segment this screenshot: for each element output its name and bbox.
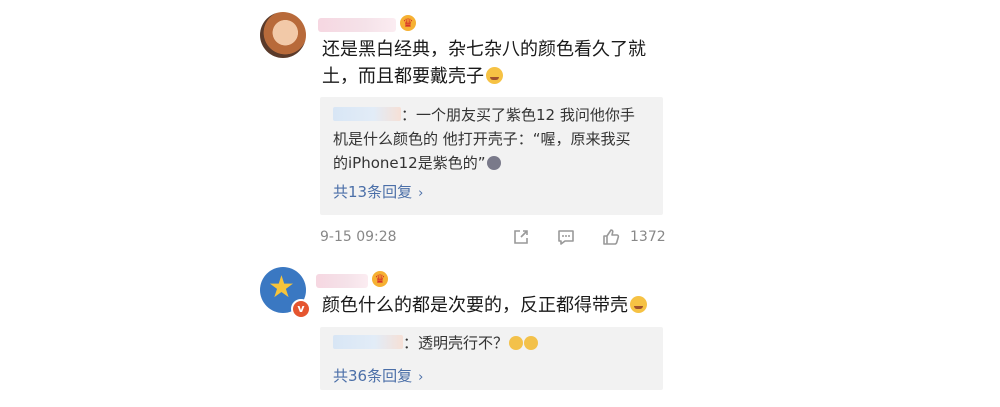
grinning-cat-emoji-icon [509, 336, 524, 350]
reply-username-blurred[interactable] [333, 335, 403, 349]
reply-username-blurred[interactable] [333, 107, 401, 121]
thumbs-up-icon[interactable] [601, 227, 621, 247]
verified-badge-icon: v [291, 299, 311, 319]
reply-line: ：一个朋友买了紫色12 我问他你手 [333, 103, 653, 127]
reply-preview-box[interactable]: ：一个朋友买了紫色12 我问他你手 机是什么颜色的 他打开壳子：“喔，原来我买 … [320, 97, 663, 215]
username-blurred[interactable] [316, 274, 368, 288]
reply-line: 机是什么颜色的 他打开壳子：“喔，原来我买 [333, 130, 631, 148]
like-count: 1372 [630, 229, 666, 245]
more-replies-label: 共36条回复 [333, 367, 413, 385]
comment-meta-bar: 9-15 09:28 1372 [320, 226, 666, 248]
username-blurred[interactable] [318, 18, 396, 32]
avatar[interactable] [260, 12, 306, 58]
crown-badge-icon: ♛ [400, 15, 416, 31]
timestamp: 9-15 09:28 [320, 229, 397, 245]
comment-text: 还是黑白经典，杂七杂八的颜色看久了就 土，而且都要戴壳子 [322, 36, 667, 90]
more-replies-label: 共13条回复 [333, 183, 413, 201]
grinning-cat-emoji-icon [630, 296, 647, 313]
comment-text-line: 还是黑白经典，杂七杂八的颜色看久了就 [322, 39, 646, 60]
share-icon[interactable] [511, 227, 531, 247]
laughing-tears-emoji-icon [486, 67, 503, 84]
chevron-right-icon: › [418, 370, 424, 385]
more-replies-link[interactable]: 共36条回复 › [333, 366, 423, 388]
comment-icon[interactable] [556, 227, 576, 247]
reply-text: ：透明壳行不？ [333, 331, 653, 355]
comment-text: 颜色什么的都是次要的，反正都得带壳 [322, 292, 667, 319]
reply-line: ：透明壳行不？ [333, 331, 653, 355]
reply-text: ：一个朋友买了紫色12 我问他你手 机是什么颜色的 他打开壳子：“喔，原来我买 … [333, 103, 653, 175]
sweat-face-emoji-icon [486, 156, 501, 170]
chevron-right-icon: › [418, 186, 424, 201]
comment-text-line: 土，而且都要戴壳子 [322, 63, 667, 90]
reply-preview-box[interactable]: ：透明壳行不？ 共36条回复 › [320, 327, 663, 390]
star-avatar-icon: ★ [268, 270, 295, 305]
crown-badge-icon: ♛ [372, 271, 388, 287]
more-replies-link[interactable]: 共13条回复 › [333, 182, 423, 204]
grinning-cat-emoji-icon [524, 336, 539, 350]
reply-line: 的iPhone12是紫色的” [333, 151, 653, 175]
